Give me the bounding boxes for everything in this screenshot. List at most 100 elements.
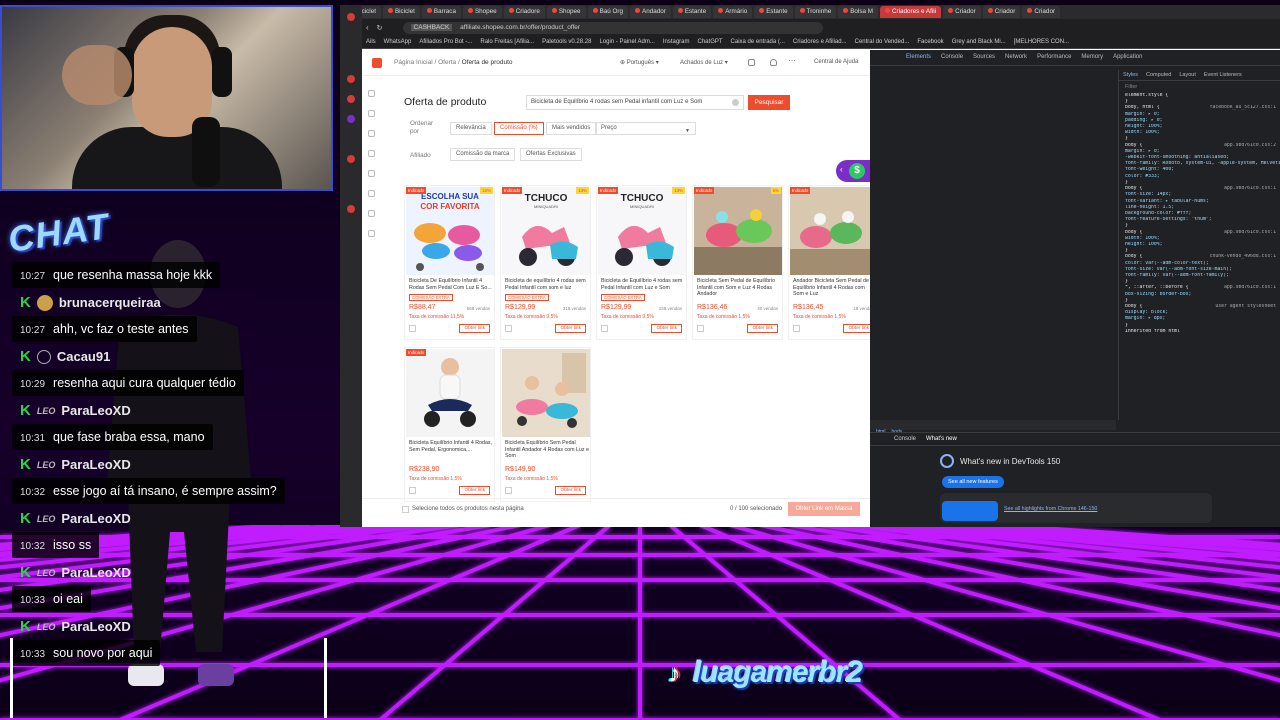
- browser-tab[interactable]: Troninhe: [794, 6, 837, 18]
- product-checkbox[interactable]: [409, 487, 416, 494]
- store-selector[interactable]: Achados de Luz ▾: [680, 59, 728, 66]
- link-icon[interactable]: [368, 150, 375, 157]
- bell-icon[interactable]: [770, 59, 777, 66]
- browser-tab[interactable]: Barraca: [421, 6, 461, 18]
- get-link-button[interactable]: Obter link: [747, 324, 778, 333]
- devtools-tab[interactable]: Console: [941, 54, 963, 65]
- product-checkbox[interactable]: [793, 325, 800, 332]
- settings-icon[interactable]: [368, 210, 375, 217]
- bookmark-item[interactable]: WhatsApp: [384, 39, 412, 45]
- bookmark-item[interactable]: Central do Vended...: [855, 39, 910, 45]
- get-link-button[interactable]: Obter link: [555, 486, 586, 495]
- browser-tab[interactable]: Criador: [943, 6, 981, 18]
- product-image[interactable]: TCHUCOMINIQUADRITCHUCO MINIQUADRI: [502, 187, 590, 275]
- devtools-tab[interactable]: Elements: [906, 54, 931, 65]
- product-name[interactable]: Andador Bicicleta Sem Pedal de Equilíbri…: [793, 278, 877, 298]
- product-checkbox[interactable]: [505, 325, 512, 332]
- see-features-button[interactable]: See all new features: [942, 476, 1004, 488]
- product-image[interactable]: [790, 187, 878, 275]
- translate-icon[interactable]: [748, 59, 755, 66]
- browser-tab[interactable]: Bolsa M: [838, 6, 878, 18]
- get-link-button[interactable]: Obter link: [555, 324, 586, 333]
- bookmark-item[interactable]: ChatGPT: [698, 39, 723, 45]
- bookmark-item[interactable]: Ails: [366, 39, 376, 45]
- browser-tab[interactable]: Baú Org: [587, 6, 629, 18]
- help-center-link[interactable]: Central de Ajuda: [814, 59, 858, 65]
- home-icon[interactable]: [368, 90, 375, 97]
- get-link-button[interactable]: Obter link: [651, 324, 682, 333]
- price-select[interactable]: Preço ▼: [596, 122, 696, 135]
- shopee-logo-icon[interactable]: [372, 58, 382, 68]
- browser-tab[interactable]: Estante: [754, 6, 793, 18]
- browser-tab[interactable]: Shopee: [546, 6, 586, 18]
- get-link-button[interactable]: Obter link: [459, 324, 490, 333]
- twitch-icon[interactable]: [347, 115, 355, 123]
- product-image[interactable]: [406, 349, 494, 437]
- product-name[interactable]: Bicicleta Equilíbrio Infantil 4 Rodas, S…: [409, 440, 493, 460]
- opera-icon[interactable]: [347, 13, 355, 21]
- devtools-tab[interactable]: Sources: [973, 54, 995, 65]
- bookmark-item[interactable]: Facebook: [917, 39, 943, 45]
- styles-tab[interactable]: Layout: [1179, 72, 1196, 78]
- report-icon[interactable]: [368, 130, 375, 137]
- browser-tab[interactable]: Criador: [1022, 6, 1061, 18]
- product-checkbox[interactable]: [697, 325, 704, 332]
- reload-icon[interactable]: ↻: [377, 24, 383, 32]
- styles-filter-input[interactable]: Filter: [1119, 81, 1280, 93]
- breadcrumb-offer[interactable]: Oferta: [438, 59, 456, 66]
- offer-icon[interactable]: [368, 110, 375, 117]
- browser-tab[interactable]: Criadores e Afili: [879, 6, 942, 18]
- product-checkbox[interactable]: [505, 487, 512, 494]
- product-card[interactable]: TCHUCOMINIQUADRITCHUCO MINIQUADRIIndicad…: [596, 185, 687, 340]
- drawer-tab[interactable]: Console: [894, 436, 916, 442]
- devtools-tab[interactable]: Network: [1005, 54, 1027, 65]
- styles-tab[interactable]: Event Listeners: [1204, 72, 1242, 78]
- bookmark-item[interactable]: Instagram: [663, 39, 690, 45]
- highlights-link[interactable]: See all highlights from Chrome 146-150: [1004, 506, 1097, 512]
- product-card[interactable]: Indicado Bicicleta Equilíbrio Infantil 4 …: [404, 347, 495, 502]
- styles-tab[interactable]: Styles: [1123, 72, 1138, 78]
- bookmark-item[interactable]: Afiliados Pro Bot -...: [419, 39, 472, 45]
- product-image[interactable]: ESCOLHA SUACOR FAVORITAESCOLHA SUA COR F…: [406, 187, 494, 275]
- product-card[interactable]: Indicado Andador Bicicleta Sem Pedal de E…: [788, 185, 879, 340]
- user-icon[interactable]: [368, 230, 375, 237]
- search-input[interactable]: Bicicleta de Equilíbrio 4 rodas sem Peda…: [526, 95, 744, 110]
- drawer-tab[interactable]: What's new: [926, 436, 957, 442]
- product-card[interactable]: TCHUCOMINIQUADRITCHUCO MINIQUADRIIndicad…: [500, 185, 591, 340]
- devtools-tab[interactable]: Application: [1113, 54, 1142, 65]
- browser-tab[interactable]: Andador: [630, 6, 671, 18]
- get-link-button[interactable]: Obter link: [459, 486, 490, 495]
- browser-tab[interactable]: Shopee: [462, 6, 502, 18]
- product-card[interactable]: ESCOLHA SUACOR FAVORITAESCOLHA SUA COR F…: [404, 185, 495, 340]
- affiliate-option[interactable]: Ofertas Exclusivas: [520, 148, 582, 161]
- product-name[interactable]: Bicicleta Sem Pedal de Equilíbrio Infant…: [697, 278, 781, 298]
- bookmark-item[interactable]: Login - Painel Adm...: [599, 39, 654, 45]
- product-name[interactable]: Bicicleta Equilíbrio Sem Pedal Infantil …: [505, 440, 589, 460]
- sort-option[interactable]: Comissão (%): [494, 122, 544, 135]
- bookmark-item[interactable]: Paletools v0.28.28: [542, 39, 591, 45]
- browser-tab[interactable]: Criadore: [503, 6, 545, 18]
- more-icon[interactable]: ⋯: [788, 56, 796, 65]
- sidebar-app-icon[interactable]: [347, 155, 355, 163]
- bulk-link-button[interactable]: Obter Link em Massa: [788, 502, 860, 516]
- product-checkbox[interactable]: [409, 325, 416, 332]
- styles-tab[interactable]: Computed: [1146, 72, 1171, 78]
- bookmark-item[interactable]: Ralo Freitas [Afilia...: [480, 39, 534, 45]
- sidebar-app-icon[interactable]: [347, 75, 355, 83]
- wallet-icon[interactable]: [368, 170, 375, 177]
- bookmark-item[interactable]: Criadores e Afiliad...: [793, 39, 847, 45]
- browser-tab[interactable]: Armário: [713, 6, 753, 18]
- elements-tree[interactable]: [870, 70, 1116, 420]
- sort-option[interactable]: Mais vendidos: [546, 122, 597, 135]
- sort-option[interactable]: Relevância: [450, 122, 492, 135]
- select-all-checkbox[interactable]: [402, 506, 409, 513]
- back-icon[interactable]: ‹: [366, 23, 369, 32]
- cashback-floating-button[interactable]: ‹ $: [836, 160, 870, 182]
- product-image[interactable]: [502, 349, 590, 437]
- browser-tab[interactable]: Criador: [982, 6, 1021, 18]
- product-image[interactable]: TCHUCOMINIQUADRITCHUCO MINIQUADRI: [598, 187, 686, 275]
- devtools-tab[interactable]: Memory: [1081, 54, 1103, 65]
- url-input[interactable]: CASHBACK affiliate.shopee.com.br/offer/p…: [402, 21, 823, 34]
- sidebar-app-icon[interactable]: [347, 205, 355, 213]
- product-card[interactable]: Bicicleta Equilíbrio Sem Pedal Infantil …: [500, 347, 591, 502]
